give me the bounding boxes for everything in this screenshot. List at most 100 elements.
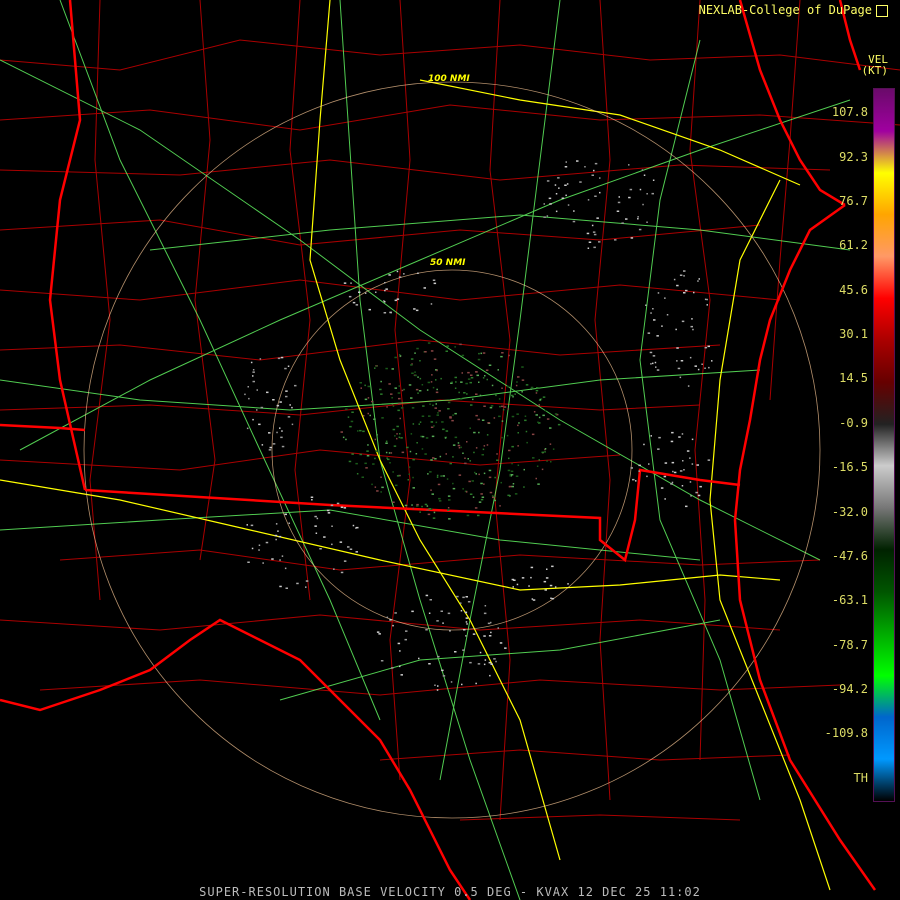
radar-echo-pixel bbox=[388, 452, 391, 454]
radar-echo-pixel bbox=[628, 164, 630, 166]
radar-echo-pixel bbox=[399, 417, 401, 420]
radar-echo-pixel bbox=[618, 196, 620, 198]
radar-echo-pixel bbox=[484, 375, 486, 377]
radar-echo-pixel bbox=[511, 485, 514, 488]
radar-echo-pixel bbox=[276, 404, 280, 407]
radar-echo-pixel bbox=[564, 184, 567, 186]
radar-echo-pixel bbox=[340, 571, 344, 574]
radar-echo-pixel bbox=[448, 499, 451, 501]
radar-echo-pixel bbox=[490, 663, 493, 665]
radar-echo-pixel bbox=[279, 559, 281, 561]
radar-echo-pixel bbox=[567, 583, 569, 585]
radar-echo-pixel bbox=[691, 463, 694, 465]
radar-echo-pixel bbox=[645, 304, 647, 306]
radar-echo-pixel bbox=[535, 389, 539, 392]
radar-echo-pixel bbox=[681, 320, 685, 323]
range-ring-label-100nmi: 100 NMI bbox=[428, 74, 470, 84]
radar-echo-pixel bbox=[487, 622, 491, 625]
radar-echo-pixel bbox=[503, 406, 507, 408]
radar-echo-pixel bbox=[697, 368, 700, 371]
radar-echo-pixel bbox=[384, 301, 386, 303]
radar-echo-pixel bbox=[512, 586, 514, 588]
radar-echo-pixel bbox=[389, 619, 392, 621]
radar-echo-pixel bbox=[389, 462, 391, 464]
radar-echo-pixel bbox=[279, 427, 281, 429]
radar-echo-pixel bbox=[642, 203, 644, 206]
radar-echo-pixel bbox=[538, 416, 541, 419]
radar-echo-pixel bbox=[285, 395, 288, 398]
radar-echo-pixel bbox=[635, 480, 637, 482]
radar-echo-pixel bbox=[452, 487, 456, 490]
radar-echo-pixel bbox=[418, 657, 420, 660]
radar-echo-pixel bbox=[479, 651, 482, 654]
radar-echo-pixel bbox=[436, 474, 439, 477]
radar-echo-pixel bbox=[385, 367, 388, 370]
radar-echo-pixel bbox=[392, 624, 394, 627]
radar-echo-pixel bbox=[475, 414, 478, 417]
radar-echo-pixel bbox=[316, 517, 319, 520]
radar-echo-pixel bbox=[287, 365, 290, 367]
radar-echo-pixel bbox=[650, 435, 652, 437]
radar-echo-pixel bbox=[447, 401, 451, 404]
radar-echo-pixel bbox=[539, 399, 541, 401]
radar-echo-pixel bbox=[476, 374, 479, 377]
radar-echo-pixel bbox=[390, 393, 393, 395]
radar-echo-pixel bbox=[544, 410, 547, 412]
radar-echo-pixel bbox=[392, 501, 395, 503]
radar-echo-pixel bbox=[490, 405, 494, 407]
radar-echo-pixel bbox=[374, 367, 376, 369]
radar-echo-pixel bbox=[460, 602, 462, 604]
radar-echo-pixel bbox=[517, 424, 519, 427]
radar-echo-pixel bbox=[429, 403, 431, 405]
radar-echo-pixel bbox=[652, 355, 656, 357]
radar-echo-pixel bbox=[375, 365, 378, 367]
radar-echo-pixel bbox=[352, 301, 356, 304]
radar-echo-pixel bbox=[481, 496, 485, 498]
radar-echo-pixel bbox=[438, 497, 441, 500]
radar-echo-pixel bbox=[513, 579, 516, 581]
radar-echo-pixel bbox=[704, 346, 708, 349]
radar-echo-pixel bbox=[499, 405, 501, 408]
radar-echo-pixel bbox=[489, 406, 493, 409]
radar-echo-pixel bbox=[399, 665, 401, 668]
radar-echo-pixel bbox=[436, 369, 438, 372]
radar-echo-pixel bbox=[421, 415, 425, 417]
radar-echo-pixel bbox=[685, 505, 688, 508]
radar-echo-pixel bbox=[414, 374, 417, 377]
radar-echo-pixel bbox=[488, 364, 492, 366]
radar-echo-pixel bbox=[543, 203, 545, 205]
radar-echo-pixel bbox=[437, 685, 439, 687]
radar-echo-pixel bbox=[279, 585, 282, 588]
range-ring-label-50nmi: 50 NMI bbox=[430, 258, 466, 268]
radar-echo-pixel bbox=[372, 463, 375, 465]
radar-echo-pixel bbox=[466, 393, 468, 395]
radar-echo-pixel bbox=[499, 505, 501, 507]
radar-echo-pixel bbox=[651, 192, 654, 195]
radar-echo-pixel bbox=[442, 622, 444, 624]
radar-echo-pixel bbox=[411, 372, 414, 374]
radar-echo-pixel bbox=[472, 633, 476, 635]
radar-echo-pixel bbox=[507, 469, 511, 472]
radar-echo-pixel bbox=[572, 220, 576, 223]
radar-echo-pixel bbox=[558, 187, 560, 189]
radar-echo-pixel bbox=[469, 460, 471, 462]
radar-echo-pixel bbox=[506, 434, 509, 437]
radar-echo-pixel bbox=[511, 445, 514, 448]
radar-echo-pixel bbox=[693, 291, 695, 294]
radar-echo-pixel bbox=[345, 438, 347, 441]
radar-echo-pixel bbox=[361, 476, 364, 478]
radar-echo-pixel bbox=[355, 304, 359, 306]
radar-echo-pixel bbox=[614, 239, 617, 241]
radar-echo-pixel bbox=[442, 428, 445, 431]
radar-echo-pixel bbox=[416, 505, 419, 507]
radar-echo-pixel bbox=[331, 525, 333, 527]
radar-echo-pixel bbox=[281, 555, 284, 557]
radar-echo-pixel bbox=[567, 204, 570, 206]
radar-echo-pixel bbox=[440, 610, 443, 612]
radar-echo-pixel bbox=[401, 389, 404, 392]
radar-echo-pixel bbox=[465, 635, 467, 637]
radar-echo-pixel bbox=[546, 418, 550, 420]
radar-echo-pixel bbox=[330, 504, 334, 507]
legend-tick: -109.8 bbox=[824, 726, 868, 740]
radar-echo-pixel bbox=[457, 442, 460, 444]
